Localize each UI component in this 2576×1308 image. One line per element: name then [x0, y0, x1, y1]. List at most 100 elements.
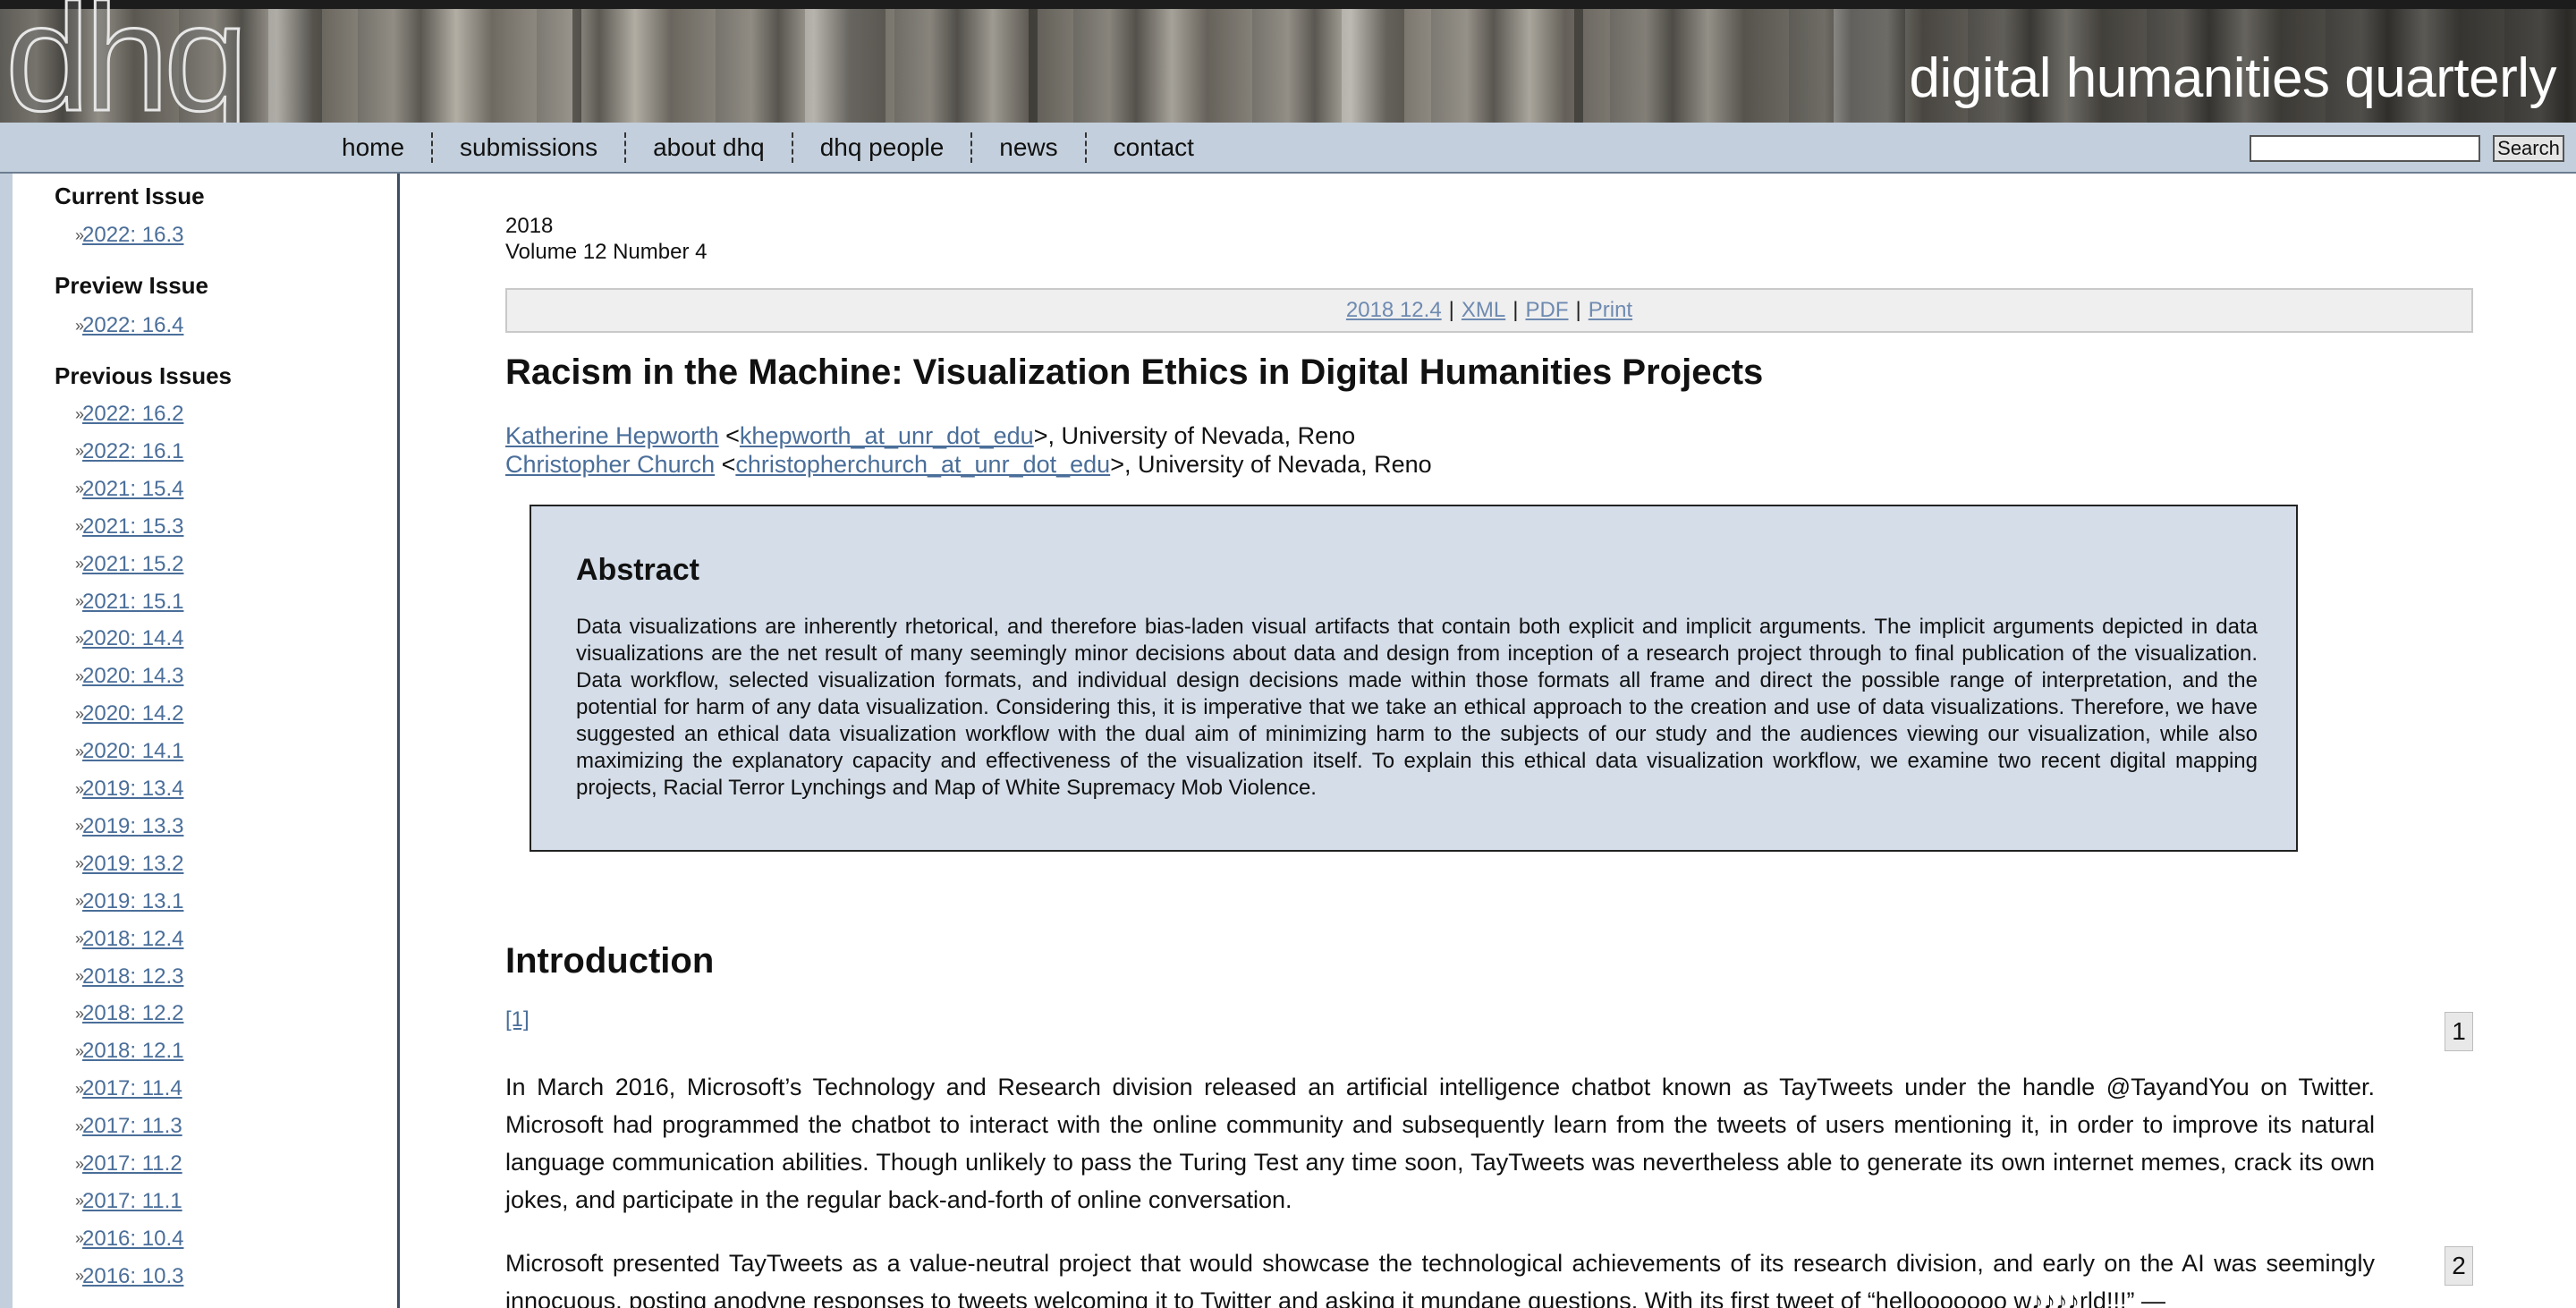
site-banner: dhq digital humanities quarterly	[0, 0, 2576, 123]
preview-issue-heading: Preview Issue	[55, 272, 208, 299]
email-bracket: >	[1110, 451, 1124, 478]
previous-issue-link[interactable]: 2016: 10.4	[82, 1227, 183, 1252]
previous-issue-item: » 2018: 12.4	[75, 926, 183, 953]
previous-issue-link[interactable]: 2019: 13.4	[82, 777, 183, 802]
banner-column	[1834, 9, 1905, 123]
nav-home[interactable]: home	[315, 132, 434, 163]
author-name-link[interactable]: Christopher Church	[505, 451, 715, 478]
previous-issue-link[interactable]: 2021: 15.2	[82, 552, 183, 577]
previous-issue-link[interactable]: 2017: 11.4	[82, 1076, 182, 1101]
search-button[interactable]: Search	[2493, 135, 2564, 162]
previous-issues-heading: Previous Issues	[55, 362, 232, 389]
previous-issue-link[interactable]: 2020: 14.2	[82, 701, 183, 726]
nav-about-dhq[interactable]: about dhq	[626, 132, 793, 163]
previous-issue-link[interactable]: 2019: 13.1	[82, 889, 183, 914]
double-chevron-icon: »	[75, 629, 84, 648]
author-email-link[interactable]: christopherchurch_at_unr_dot_edu	[735, 451, 1110, 478]
author-email-link[interactable]: khepworth_at_unr_dot_edu	[740, 422, 1034, 449]
previous-issue-item: » 2019: 13.2	[75, 851, 183, 878]
double-chevron-icon: »	[75, 1004, 84, 1023]
previous-issue-item: » 2018: 12.3	[75, 964, 183, 990]
preview-issue-link[interactable]: 2022: 16.4	[82, 313, 183, 338]
banner-column	[805, 9, 886, 123]
previous-issue-item: » 2020: 14.3	[75, 663, 183, 690]
previous-issue-link[interactable]: 2022: 16.1	[82, 439, 183, 464]
issues-sidebar: Current Issue » 2022: 16.3 Preview Issue…	[0, 174, 400, 1308]
banner-arch	[1029, 9, 1038, 123]
double-chevron-icon: »	[75, 704, 84, 723]
previous-issue-link[interactable]: 2020: 14.4	[82, 626, 183, 651]
print-link[interactable]: Print	[1589, 298, 1632, 323]
nav-submissions[interactable]: submissions	[433, 132, 627, 163]
double-chevron-icon: »	[75, 967, 84, 985]
dhq-logo[interactable]: dhq	[4, 0, 250, 123]
article-title: Racism in the Machine: Visualization Eth…	[505, 352, 1764, 392]
email-bracket: <	[715, 451, 736, 478]
author-line: Christopher Church <christopherchurch_at…	[505, 451, 1432, 479]
xml-link[interactable]: XML	[1462, 298, 1505, 323]
double-chevron-icon: »	[75, 779, 84, 798]
double-chevron-icon: »	[75, 592, 84, 610]
previous-issue-item: » 2017: 11.3	[75, 1113, 182, 1140]
previous-issue-link[interactable]: 2021: 15.1	[82, 590, 183, 615]
banner-column	[1342, 9, 1404, 123]
paragraph-number[interactable]: 1	[2445, 1012, 2473, 1051]
double-chevron-icon: »	[75, 1041, 84, 1060]
issue-link[interactable]: 2018 12.4	[1346, 298, 1442, 323]
previous-issue-link[interactable]: 2019: 13.2	[82, 852, 183, 877]
abstract-heading: Abstract	[576, 553, 699, 587]
toolbar-separator: |	[1448, 298, 1454, 322]
paragraph-number[interactable]: 2	[2445, 1246, 2473, 1286]
double-chevron-icon: »	[75, 1117, 84, 1135]
double-chevron-icon: »	[75, 316, 84, 335]
previous-issue-item: » 2019: 13.3	[75, 813, 183, 840]
previous-issue-link[interactable]: 2021: 15.4	[82, 477, 183, 502]
previous-issue-link[interactable]: 2020: 14.3	[82, 664, 183, 689]
author-line: Katherine Hepworth <khepworth_at_unr_dot…	[505, 422, 1355, 450]
abstract-text: Data visualizations are inherently rheto…	[576, 615, 2258, 800]
author-name-link[interactable]: Katherine Hepworth	[505, 422, 719, 449]
double-chevron-icon: »	[75, 517, 84, 536]
nav-dhq-people[interactable]: dhq people	[793, 132, 973, 163]
previous-issue-link[interactable]: 2018: 12.2	[82, 1001, 183, 1026]
double-chevron-icon: »	[75, 930, 84, 948]
search-input[interactable]	[2250, 135, 2480, 162]
preview-issue-item: » 2022: 16.4	[75, 312, 183, 339]
double-chevron-icon: »	[75, 1192, 84, 1210]
previous-issue-item: » 2021: 15.1	[75, 589, 183, 616]
issue-year: 2018	[505, 214, 554, 238]
window-top-strip	[0, 0, 2576, 9]
current-issue-link[interactable]: 2022: 16.3	[82, 223, 183, 248]
nav-news[interactable]: news	[972, 132, 1087, 163]
double-chevron-icon: »	[75, 817, 84, 836]
current-issue-heading: Current Issue	[55, 183, 205, 209]
double-chevron-icon: »	[75, 404, 84, 423]
double-chevron-icon: »	[75, 667, 84, 685]
footnote-link[interactable]: [1]	[505, 1007, 530, 1032]
author-affiliation: , University of Nevada, Reno	[1047, 422, 1356, 449]
previous-issue-link[interactable]: 2019: 13.3	[82, 814, 183, 839]
previous-issue-link[interactable]: 2017: 11.1	[82, 1189, 182, 1214]
previous-issue-link[interactable]: 2021: 15.3	[82, 514, 183, 539]
previous-issue-link[interactable]: 2018: 12.4	[82, 927, 183, 952]
previous-issue-link[interactable]: 2018: 12.1	[82, 1039, 183, 1064]
double-chevron-icon: »	[75, 1154, 84, 1173]
previous-issue-link[interactable]: 2020: 14.1	[82, 739, 183, 764]
paragraph-text: In March 2016, Microsoft’s Technology an…	[505, 1074, 2375, 1213]
previous-issue-item: » 2020: 14.4	[75, 625, 183, 652]
paragraph-text: Microsoft presented TayTweets as a value…	[505, 1250, 2375, 1308]
previous-issue-item: » 2018: 12.1	[75, 1038, 183, 1065]
previous-issue-link[interactable]: 2017: 11.2	[82, 1151, 182, 1176]
previous-issue-link[interactable]: 2016: 10.3	[82, 1264, 183, 1289]
previous-issue-link[interactable]: 2017: 11.3	[82, 1114, 182, 1139]
toolbar-separator: |	[1513, 298, 1519, 322]
nav-contact[interactable]: contact	[1087, 132, 1221, 163]
previous-issue-item: » 2020: 14.2	[75, 701, 183, 727]
pdf-link[interactable]: PDF	[1526, 298, 1569, 323]
previous-issue-link[interactable]: 2018: 12.3	[82, 964, 183, 989]
double-chevron-icon: »	[75, 555, 84, 573]
previous-issue-item: » 2019: 13.1	[75, 888, 183, 915]
author-affiliation: , University of Nevada, Reno	[1123, 451, 1432, 478]
previous-issue-link[interactable]: 2022: 16.2	[82, 402, 183, 427]
email-bracket: <	[718, 422, 740, 449]
